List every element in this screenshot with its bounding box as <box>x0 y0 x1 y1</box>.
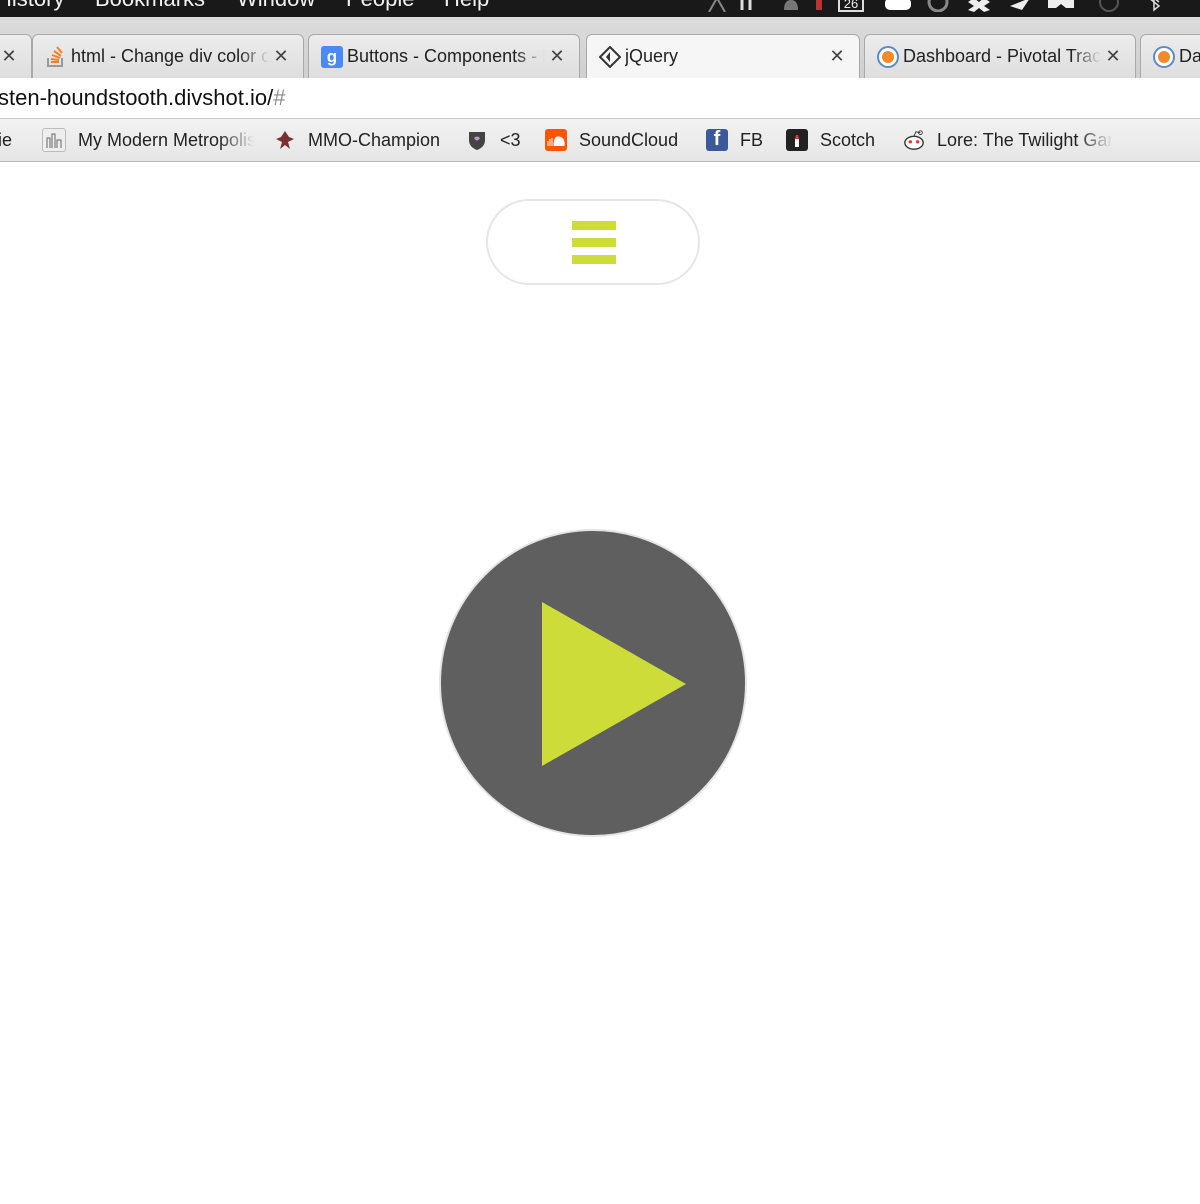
bookmark-reddit-lore[interactable]: Lore: The Twilight Garden <box>903 128 1113 152</box>
bookmark-label: Scotch <box>820 129 876 150</box>
google-icon: g <box>321 45 343 68</box>
bookmark-label: MMO-Champion <box>308 129 441 150</box>
dropbox-icon[interactable] <box>966 0 992 12</box>
tab-title: html - Change div color on <box>71 46 269 66</box>
soundcloud-icon <box>545 129 567 151</box>
bookmark-label: <3 <box>500 129 521 150</box>
tab-title: Buttons - Components - Bootstrap <box>347 46 545 66</box>
bookmark-label: ie <box>0 129 13 150</box>
address-bar[interactable]: sten-houndstooth.divshot.io/# <box>0 78 1200 119</box>
play-button[interactable] <box>439 529 747 837</box>
bell-icon[interactable] <box>780 0 802 12</box>
tab-offscreen[interactable]: ✕ <box>0 34 32 78</box>
page-content <box>0 162 1200 1204</box>
menu-window[interactable]: Window <box>237 0 315 12</box>
bookmark-label: My Modern Metropolis <box>78 129 254 150</box>
mmo-icon <box>274 129 296 151</box>
menu-people[interactable]: People <box>346 0 415 12</box>
calendar-icon[interactable]: 26 <box>838 0 864 12</box>
metropolis-icon <box>42 128 66 152</box>
sync-icon[interactable] <box>926 0 950 12</box>
scotch-icon <box>786 129 808 151</box>
menu-help[interactable]: Help <box>444 0 489 12</box>
send-icon[interactable] <box>1008 0 1032 12</box>
calendar-date: 26 <box>843 0 859 11</box>
pivotal-icon <box>1153 45 1175 68</box>
close-icon[interactable]: ✕ <box>825 46 849 67</box>
bookmark-mmo-champion[interactable]: MMO-Champion <box>274 128 440 152</box>
bookmark-facebook[interactable]: f FB <box>706 128 763 152</box>
facebook-icon: f <box>706 128 728 151</box>
bookmark-heart[interactable]: <3 <box>466 128 521 152</box>
stackoverflow-icon <box>45 45 67 68</box>
pivotal-icon <box>877 45 899 68</box>
hamburger-icon <box>572 221 616 265</box>
url-text[interactable]: sten-houndstooth.divshot.io/# <box>0 85 285 111</box>
tab-title: Da <box>1179 46 1200 66</box>
close-icon[interactable]: ✕ <box>0 46 21 67</box>
bookmark-soundcloud[interactable]: SoundCloud <box>545 128 678 152</box>
tab-jquery[interactable]: jQuery ✕ <box>586 34 860 78</box>
close-icon[interactable]: ✕ <box>1101 46 1125 67</box>
chat-icon[interactable] <box>884 0 912 12</box>
battery-icon[interactable] <box>812 0 826 12</box>
url-hash: # <box>273 85 286 110</box>
tab-pivotal-dashboard[interactable]: Dashboard - Pivotal Tracker ✕ <box>864 34 1136 78</box>
bluetooth-icon[interactable] <box>1146 0 1162 12</box>
shield-icon <box>466 129 488 151</box>
bookmark-label: FB <box>740 129 764 150</box>
adobe-icon[interactable] <box>706 0 728 12</box>
tab-pivotal-second[interactable]: Da <box>1140 34 1200 78</box>
bookmarks-bar: ie My Modern Metropolis MMO-Champion <3 … <box>0 119 1200 162</box>
timemachine-icon[interactable] <box>1096 0 1122 12</box>
bookmark-truncated[interactable]: ie <box>0 128 12 152</box>
reddit-icon <box>903 129 925 151</box>
bookmark-label: Lore: The Twilight Garden <box>937 129 1113 150</box>
browser-tab-strip: ✕ html - Change div color on ✕ g Buttons… <box>0 17 1200 79</box>
jquery-icon <box>599 45 621 68</box>
bookmark-my-modern-metropolis[interactable]: My Modern Metropolis <box>42 128 254 152</box>
menu-bookmarks[interactable]: Bookmarks <box>95 0 205 12</box>
bookmark-label: SoundCloud <box>579 129 679 150</box>
close-icon[interactable]: ✕ <box>269 46 293 67</box>
tab-bootstrap-buttons[interactable]: g Buttons - Components - Bootstrap ✕ <box>308 34 580 78</box>
play-icon <box>542 602 686 766</box>
tab-stackoverflow[interactable]: html - Change div color on ✕ <box>32 34 304 78</box>
bookmark-scotch[interactable]: Scotch <box>786 128 875 152</box>
hi-icon[interactable] <box>738 0 760 12</box>
macos-menu-bar: History Bookmarks Window People Help 26 <box>0 0 1200 17</box>
close-icon[interactable]: ✕ <box>545 46 569 67</box>
menu-history[interactable]: History <box>0 0 64 12</box>
tab-title: jQuery <box>625 46 679 66</box>
tab-title: Dashboard - Pivotal Tracker <box>903 46 1101 66</box>
airplay-icon[interactable] <box>1046 0 1076 12</box>
url-host: sten-houndstooth.divshot.io/ <box>0 85 274 110</box>
menu-toggle-button[interactable] <box>486 199 700 285</box>
